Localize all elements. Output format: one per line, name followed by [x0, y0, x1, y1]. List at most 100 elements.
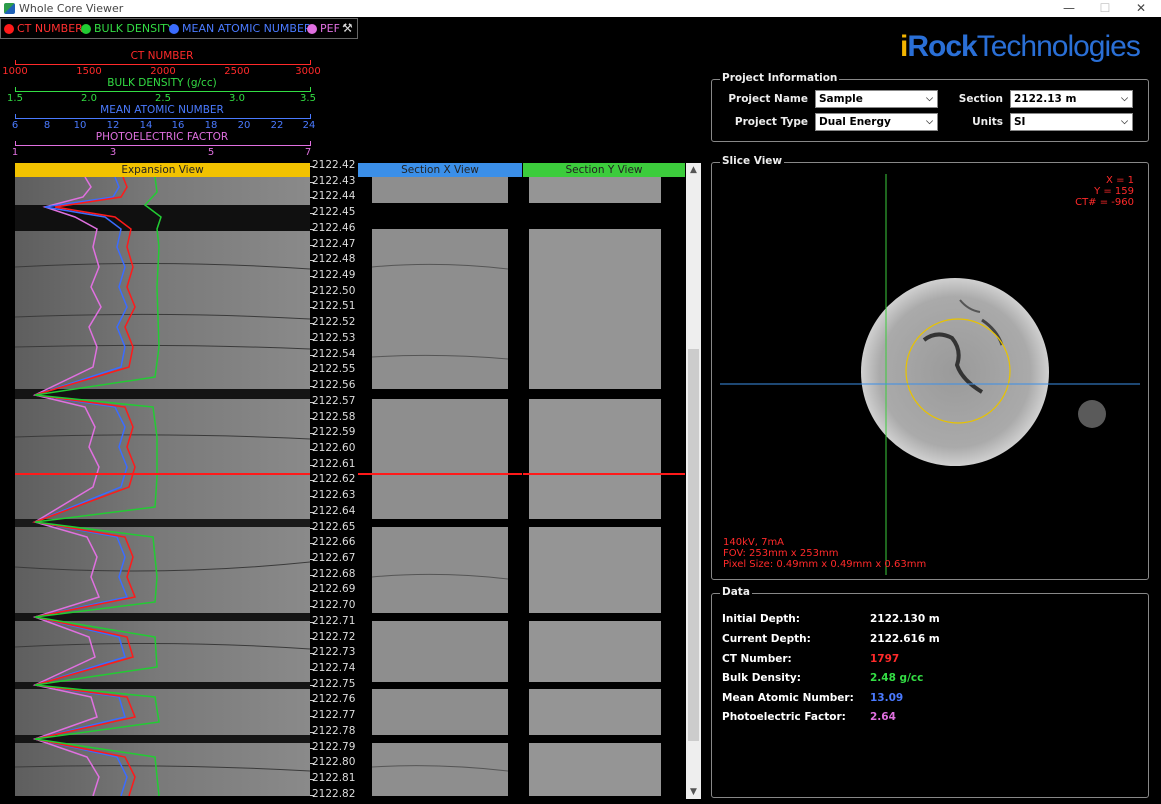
slice-view-canvas[interactable] — [712, 170, 1148, 578]
depth-label: 2122.77 — [312, 709, 356, 722]
current-depth-value: 2122.616 m — [870, 633, 940, 645]
depth-label: 2122.49 — [312, 269, 356, 282]
depth-label: 2122.66 — [312, 536, 356, 549]
depth-axis: 2122.42 2122.43 2122.44 2122.45 2122.46 2122.… — [310, 159, 358, 800]
depth-label: 2122.64 — [312, 504, 356, 517]
mean-atomic-number-label: Mean Atomic Number: — [722, 692, 854, 704]
chevron-down-icon: ⌵ — [1121, 94, 1128, 104]
bulk-density-label: Bulk Density: — [722, 672, 801, 684]
ct-number-value: 1797 — [870, 653, 900, 665]
depth-label: 2122.47 — [312, 237, 356, 250]
legend-ct-number[interactable]: CT NUMBER — [4, 22, 83, 35]
scale-tick: 14 — [139, 120, 153, 131]
legend-mean-atomic-number[interactable]: MEAN ATOMIC NUMBER — [169, 22, 312, 35]
depth-label: 2122.55 — [312, 363, 356, 376]
depth-label: 2122.50 — [312, 284, 356, 297]
app-icon — [4, 3, 15, 14]
scale-tick: 20 — [237, 120, 251, 131]
legend-strip: CT NUMBER BULK DENSITY MEAN ATOMIC NUMBE… — [0, 18, 358, 39]
depth-label: 2122.69 — [312, 583, 356, 596]
scale-tick: 1 — [11, 147, 19, 158]
chevron-down-icon: ⌵ — [926, 94, 933, 104]
depth-label: 2122.42 — [312, 159, 356, 171]
red-dot-icon — [4, 23, 14, 34]
pink-dot-icon — [307, 23, 317, 34]
scale-tick: 3 — [109, 147, 117, 158]
depth-label: 2122.79 — [312, 740, 356, 753]
scale-tick: 2.5 — [155, 93, 171, 104]
project-name-select[interactable]: Sample ⌵ — [815, 90, 938, 108]
title-bar: Whole Core Viewer — ☐ ✕ — [0, 0, 1161, 17]
section-select[interactable]: 2122.13 m ⌵ — [1010, 90, 1133, 108]
ct-scale-axis — [15, 60, 311, 65]
green-dot-icon — [81, 23, 91, 34]
depth-label: 2122.75 — [312, 677, 356, 690]
depth-label: 2122.68 — [312, 567, 356, 580]
mean-atomic-number-value: 13.09 — [870, 692, 904, 704]
scale-tick: 1.5 — [7, 93, 23, 104]
depth-label: 2122.60 — [312, 441, 356, 454]
close-button[interactable]: ✕ — [1123, 0, 1159, 17]
project-information-group: Project Information — [711, 72, 1149, 142]
initial-depth-label: Initial Depth: — [722, 613, 800, 625]
project-type-select[interactable]: Dual Energy ⌵ — [815, 113, 938, 131]
views-scrollbar[interactable]: ▲ ▼ — [686, 163, 701, 799]
ct-number-label: CT Number: — [722, 653, 792, 665]
depth-label: 2122.58 — [312, 410, 356, 423]
chevron-down-icon: ⌵ — [926, 117, 933, 127]
scale-tick: 12 — [106, 120, 120, 131]
project-type-label: Project Type — [734, 116, 808, 128]
depth-label: 2122.78 — [312, 724, 356, 737]
legend-pef[interactable]: PEF — [307, 22, 340, 35]
current-depth-label: Current Depth: — [722, 633, 811, 645]
scale-tick: 3.0 — [229, 93, 245, 104]
photoelectric-factor-value: 2.64 — [870, 711, 896, 723]
depth-label: 2122.45 — [312, 206, 356, 219]
tab-expansion-view[interactable]: Expansion View — [15, 163, 310, 177]
depth-label: 2122.57 — [312, 394, 356, 407]
section-x-view-panel[interactable] — [358, 177, 522, 796]
scale-tick: 5 — [207, 147, 215, 158]
depth-label: 2122.51 — [312, 300, 356, 313]
blue-dot-icon — [169, 23, 179, 34]
scale-tick: 24 — [302, 120, 316, 131]
section-y-view-panel[interactable] — [523, 177, 685, 796]
scroll-thumb[interactable] — [688, 349, 699, 741]
section-x-core-image — [358, 177, 522, 796]
depth-label: 2122.67 — [312, 552, 356, 564]
settings-tool-icon[interactable]: ⚒ — [342, 21, 353, 35]
irock-logo: iRockTechnologies — [900, 30, 1141, 63]
bulk-density-value: 2.48 g/cc — [870, 672, 924, 684]
depth-label: 2122.44 — [312, 190, 356, 203]
maximize-button[interactable]: ☐ — [1087, 0, 1123, 17]
depth-label: 2122.70 — [312, 599, 356, 612]
scale-tick: 2500 — [224, 66, 250, 77]
depth-label: 2122.76 — [312, 693, 356, 706]
tab-section-x-view[interactable]: Section X View — [358, 163, 522, 177]
scale-tick: 18 — [204, 120, 218, 131]
units-select[interactable]: SI ⌵ — [1010, 113, 1133, 131]
scroll-up-icon[interactable]: ▲ — [686, 163, 701, 177]
depth-label: 2122.63 — [312, 489, 356, 502]
depth-label: 2122.61 — [312, 457, 356, 470]
depth-label: 2122.81 — [312, 772, 356, 785]
expansion-view-panel[interactable] — [15, 177, 310, 796]
depth-label: 2122.53 — [312, 331, 356, 344]
legend-bulk-density[interactable]: BULK DENSITY — [81, 22, 174, 35]
tab-section-y-view[interactable]: Section Y View — [523, 163, 685, 177]
scale-tick: 2.0 — [81, 93, 97, 104]
units-label: Units — [972, 116, 1003, 128]
scale-tick: 1000 — [2, 66, 28, 77]
scale-tick: 6 — [11, 120, 19, 131]
scale-tick: 7 — [304, 147, 312, 158]
scroll-down-icon[interactable]: ▼ — [686, 785, 701, 799]
section-label: Section — [958, 93, 1003, 105]
section-y-core-image — [523, 177, 685, 796]
depth-label: 2122.71 — [312, 614, 356, 627]
scale-tick: 16 — [171, 120, 185, 131]
depth-label: 2122.80 — [312, 756, 356, 769]
minimize-button[interactable]: — — [1051, 0, 1087, 17]
scale-tick: 2000 — [150, 66, 176, 77]
slice-scan-info: 140kV, 7mA FOV: 253mm x 253mm Pixel Size… — [723, 537, 927, 570]
scale-tick: 1500 — [76, 66, 102, 77]
